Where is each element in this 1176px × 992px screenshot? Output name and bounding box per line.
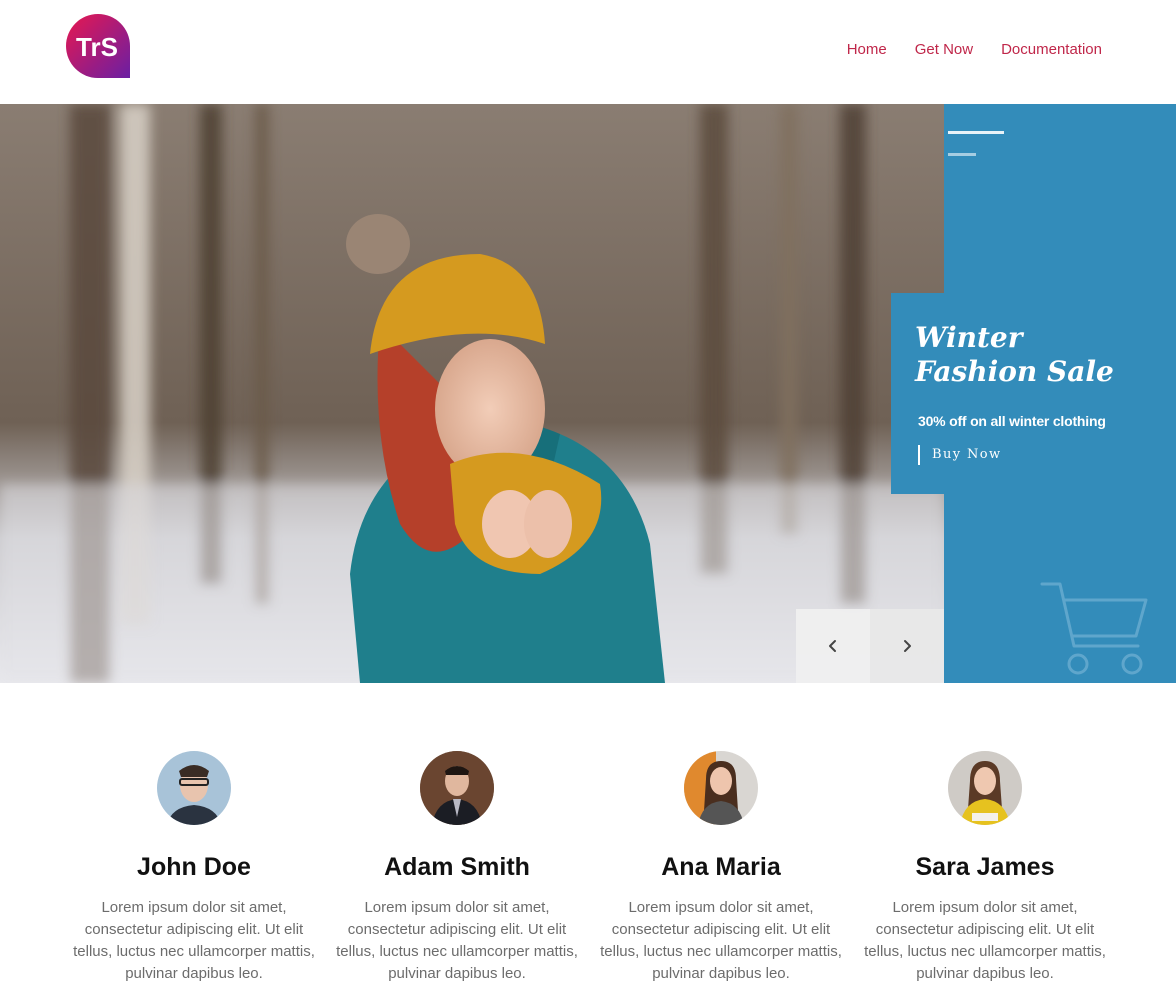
avatar xyxy=(157,751,231,825)
team-member-card: Ana Maria Lorem ipsum dolor sit amet, co… xyxy=(589,751,853,985)
member-bio: Lorem ipsum dolor sit amet, consectetur … xyxy=(600,899,842,982)
team-section: John Doe Lorem ipsum dolor sit amet, con… xyxy=(0,683,1176,992)
member-bio: Lorem ipsum dolor sit amet, consectetur … xyxy=(336,899,578,982)
chevron-right-icon xyxy=(904,640,911,652)
promo-subtitle: 30% off on all winter clothing xyxy=(918,413,1106,429)
hero-slider: Winter Fashion Sale 30% off on all winte… xyxy=(0,104,1176,683)
team-member-card: Sara James Lorem ipsum dolor sit amet, c… xyxy=(853,751,1117,985)
shopping-cart-icon xyxy=(1040,582,1148,675)
member-bio: Lorem ipsum dolor sit amet, consectetur … xyxy=(73,899,315,982)
decor-line xyxy=(948,153,976,156)
nav-documentation-link[interactable]: Documentation xyxy=(1001,40,1102,60)
svg-text:TrS: TrS xyxy=(76,32,118,62)
hero-photo xyxy=(0,104,944,683)
member-bio: Lorem ipsum dolor sit amet, consectetur … xyxy=(864,899,1106,982)
member-name: Adam Smith xyxy=(384,853,530,881)
slider-next-button[interactable] xyxy=(870,609,944,683)
member-name: Ana Maria xyxy=(661,853,781,881)
avatar xyxy=(420,751,494,825)
member-name: Sara James xyxy=(915,853,1055,881)
nav-get-now-link[interactable]: Get Now xyxy=(915,40,973,60)
promo-card: Winter Fashion Sale 30% off on all winte… xyxy=(891,293,1176,494)
team-member-card: John Doe Lorem ipsum dolor sit amet, con… xyxy=(62,751,326,985)
main-nav: Home Get Now Documentation xyxy=(819,40,1102,60)
avatar xyxy=(948,751,1022,825)
team-member-card: Adam Smith Lorem ipsum dolor sit amet, c… xyxy=(325,751,589,985)
avatar xyxy=(684,751,758,825)
chevron-left-icon xyxy=(829,640,836,652)
nav-home-link[interactable]: Home xyxy=(847,40,887,60)
decor-line xyxy=(948,131,1004,134)
slider-controls xyxy=(796,609,944,683)
slider-prev-button[interactable] xyxy=(796,609,870,683)
site-logo[interactable]: TrS xyxy=(66,14,130,78)
site-header: TrS Home Get Now Documentation xyxy=(0,0,1176,104)
promo-title: Winter Fashion Sale xyxy=(915,321,1114,388)
member-name: John Doe xyxy=(137,853,251,881)
buy-now-button[interactable]: Buy Now xyxy=(918,445,1002,465)
